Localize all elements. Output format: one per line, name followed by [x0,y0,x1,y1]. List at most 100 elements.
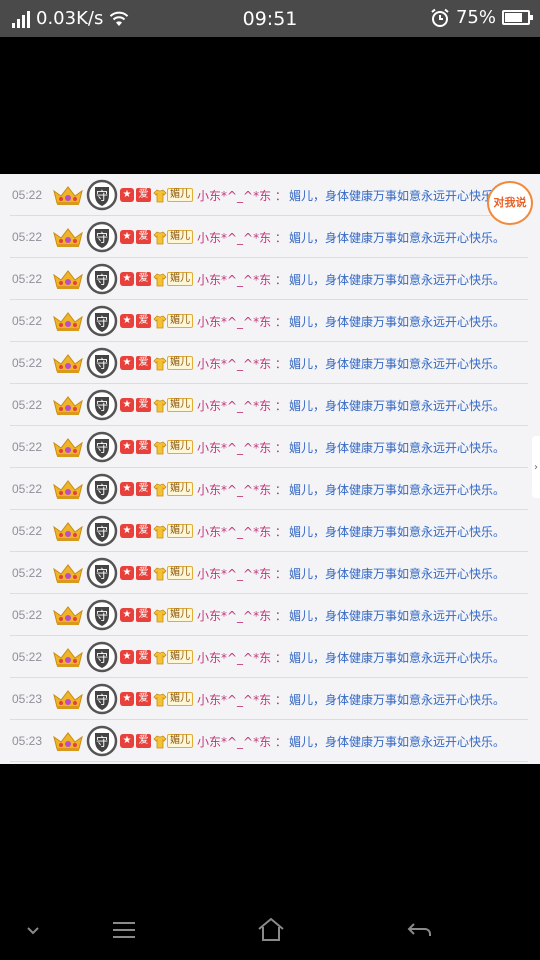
back-icon[interactable] [405,916,435,944]
crown-icon [52,226,84,248]
sender-name[interactable]: 小东*^_^*东 ： [197,355,287,372]
svg-text:守: 守 [96,399,108,413]
chat-row[interactable]: 05:22 守 ★ 爱 媚儿 小东*^_^*东 ：媚儿，身体健康万事如意永远开心快乐。 [0,468,540,510]
fan-badge: 媚儿 [153,398,193,413]
chat-row[interactable]: 05:23 守 ★ 爱 媚儿 小东*^_^*东 ：媚儿，身体健康万事如意永远开心快乐。 [0,678,540,720]
message-time: 05:22 [12,608,43,622]
fan-badge-label: 媚儿 [167,524,193,538]
sender-name[interactable]: 小东*^_^*东 ： [197,271,287,288]
fan-badge: 媚儿 [153,356,193,371]
shirt-icon [153,566,167,581]
crown-icon [52,310,84,332]
battery-icon [502,10,533,25]
fan-badge-label: 媚儿 [167,188,193,202]
chat-row[interactable]: 05:22 守 ★ 爱 媚儿 小东*^_^*东 ：媚儿，身体健康万事如意永远开心快乐。 [0,594,540,636]
chat-row[interactable]: 05:22 守 ★ 爱 媚儿 小东*^_^*东 ：媚儿，身体健康万事如意永远开心快乐。 [0,174,540,216]
sender-name[interactable]: 小东*^_^*东 ： [197,565,287,582]
message-time: 05:22 [12,356,43,370]
sender-name[interactable]: 小东*^_^*东 ： [197,607,287,624]
fan-badge-label: 媚儿 [167,230,193,244]
message-time: 05:22 [12,482,43,496]
message-text: 媚儿，身体健康万事如意永远开心快乐。 [288,356,505,371]
sender-name[interactable]: 小东*^_^*东 ： [197,481,287,498]
crown-icon [52,562,84,584]
crown-icon [52,688,84,710]
fan-badge: 媚儿 [153,692,193,707]
shirt-icon [153,314,167,329]
svg-text:守: 守 [96,483,108,497]
shirt-icon [153,734,167,749]
guard-shield-icon: 守 [86,389,118,421]
battery-percent: 75% [455,7,496,28]
status-bar: 0.03K/s 09:51 75% [0,0,540,37]
sender-name[interactable]: 小东*^_^*东 ： [197,313,287,330]
shirt-icon [153,440,167,455]
chat-row[interactable]: 05:22 守 ★ 爱 媚儿 小东*^_^*东 ：媚儿，身体健康万事如意永远开心快乐。 [0,384,540,426]
side-drawer-handle[interactable]: › [532,436,540,498]
love-badge: 爱 [136,608,151,622]
love-badge: 爱 [136,482,151,496]
fan-badge: 媚儿 [153,524,193,539]
star-badge: ★ [120,524,134,538]
star-badge: ★ [120,314,134,328]
chat-row[interactable]: 05:22 守 ★ 爱 媚儿 小东*^_^*东 ：媚儿，身体健康万事如意永远开心快乐。 [0,258,540,300]
chat-row[interactable]: 05:22 守 ★ 爱 媚儿 小东*^_^*东 ：媚儿，身体健康万事如意永远开心快乐。 [0,426,540,468]
message-text: 媚儿，身体健康万事如意永远开心快乐。 [288,524,505,539]
star-badge: ★ [120,398,134,412]
fan-badge-label: 媚儿 [167,734,193,748]
chat-row[interactable]: 05:22 守 ★ 爱 媚儿 小东*^_^*东 ：媚儿，身体健康万事如意永远开心快乐。 [0,636,540,678]
fan-badge-label: 媚儿 [167,692,193,706]
sender-name[interactable]: 小东*^_^*东 ： [197,649,287,666]
svg-text:守: 守 [96,735,108,749]
chevron-down-icon[interactable] [18,916,48,944]
message-text: 媚儿，身体健康万事如意永远开心快乐。 [288,230,505,245]
star-badge: ★ [120,608,134,622]
fan-badge: 媚儿 [153,440,193,455]
message-text: 媚儿，身体健康万事如意永远开心快乐。 [288,314,505,329]
svg-text:守: 守 [96,357,108,371]
fan-badge: 媚儿 [153,734,193,749]
message-time: 05:22 [12,398,43,412]
sender-name[interactable]: 小东*^_^*东 ： [197,523,287,540]
sender-name[interactable]: 小东*^_^*东 ： [197,733,287,750]
crown-icon [52,646,84,668]
love-badge: 爱 [136,188,151,202]
chat-row[interactable]: 05:22 守 ★ 爱 媚儿 小东*^_^*东 ：媚儿，身体健康万事如意永远开心快乐。 [0,216,540,258]
fan-badge-label: 媚儿 [167,272,193,286]
guard-shield-icon: 守 [86,515,118,547]
chat-row[interactable]: 05:23 守 ★ 爱 媚儿 小东*^_^*东 ：媚儿，身体健康万事如意永远开心快乐。 [0,720,540,762]
chat-row[interactable]: 05:22 守 ★ 爱 媚儿 小东*^_^*东 ：媚儿，身体健康万事如意永远开心快乐。 [0,300,540,342]
sender-name[interactable]: 小东*^_^*东 ： [197,397,287,414]
say-to-me-button[interactable]: 对我说 [487,181,533,225]
message-text: 媚儿，身体健康万事如意永远开心快乐。 [288,650,505,665]
sender-name[interactable]: 小东*^_^*东 ： [197,439,287,456]
sender-name[interactable]: 小东*^_^*东 ： [197,187,287,204]
menu-icon[interactable] [109,916,139,944]
chat-row[interactable]: 05:22 守 ★ 爱 媚儿 小东*^_^*东 ：媚儿，身体健康万事如意永远开心快乐。 [0,510,540,552]
guard-shield-icon: 守 [86,725,118,757]
crown-icon [52,730,84,752]
chat-row[interactable]: 05:22 守 ★ 爱 媚儿 小东*^_^*东 ：媚儿，身体健康万事如意永远开心快乐。 [0,342,540,384]
chat-row[interactable]: 05:22 守 ★ 爱 媚儿 小东*^_^*东 ：媚儿，身体健康万事如意永远开心快乐。 [0,552,540,594]
fan-badge-label: 媚儿 [167,356,193,370]
message-text: 媚儿，身体健康万事如意永远开心快乐。 [288,566,505,581]
svg-text:守: 守 [96,567,108,581]
star-badge: ★ [120,440,134,454]
svg-text:守: 守 [96,273,108,287]
crown-icon [52,478,84,500]
fan-badge-label: 媚儿 [167,650,193,664]
sender-name[interactable]: 小东*^_^*东 ： [197,229,287,246]
chat-message-list[interactable]: 05:22 守 ★ 爱媚儿 小东*^_^*东 ：媚儿，身体健康万事如意永远开心快乐。 05… [0,174,540,764]
shirt-icon [153,482,167,497]
guard-shield-icon: 守 [86,641,118,673]
sender-name[interactable]: 小东*^_^*东 ： [197,691,287,708]
love-badge: 爱 [136,440,151,454]
star-badge: ★ [120,482,134,496]
fan-badge: 媚儿 [153,608,193,623]
love-badge: 爱 [136,524,151,538]
crown-icon [52,436,84,458]
star-badge: ★ [120,566,134,580]
star-badge: ★ [120,734,134,748]
home-icon[interactable] [256,916,286,944]
love-badge: 爱 [136,692,151,706]
